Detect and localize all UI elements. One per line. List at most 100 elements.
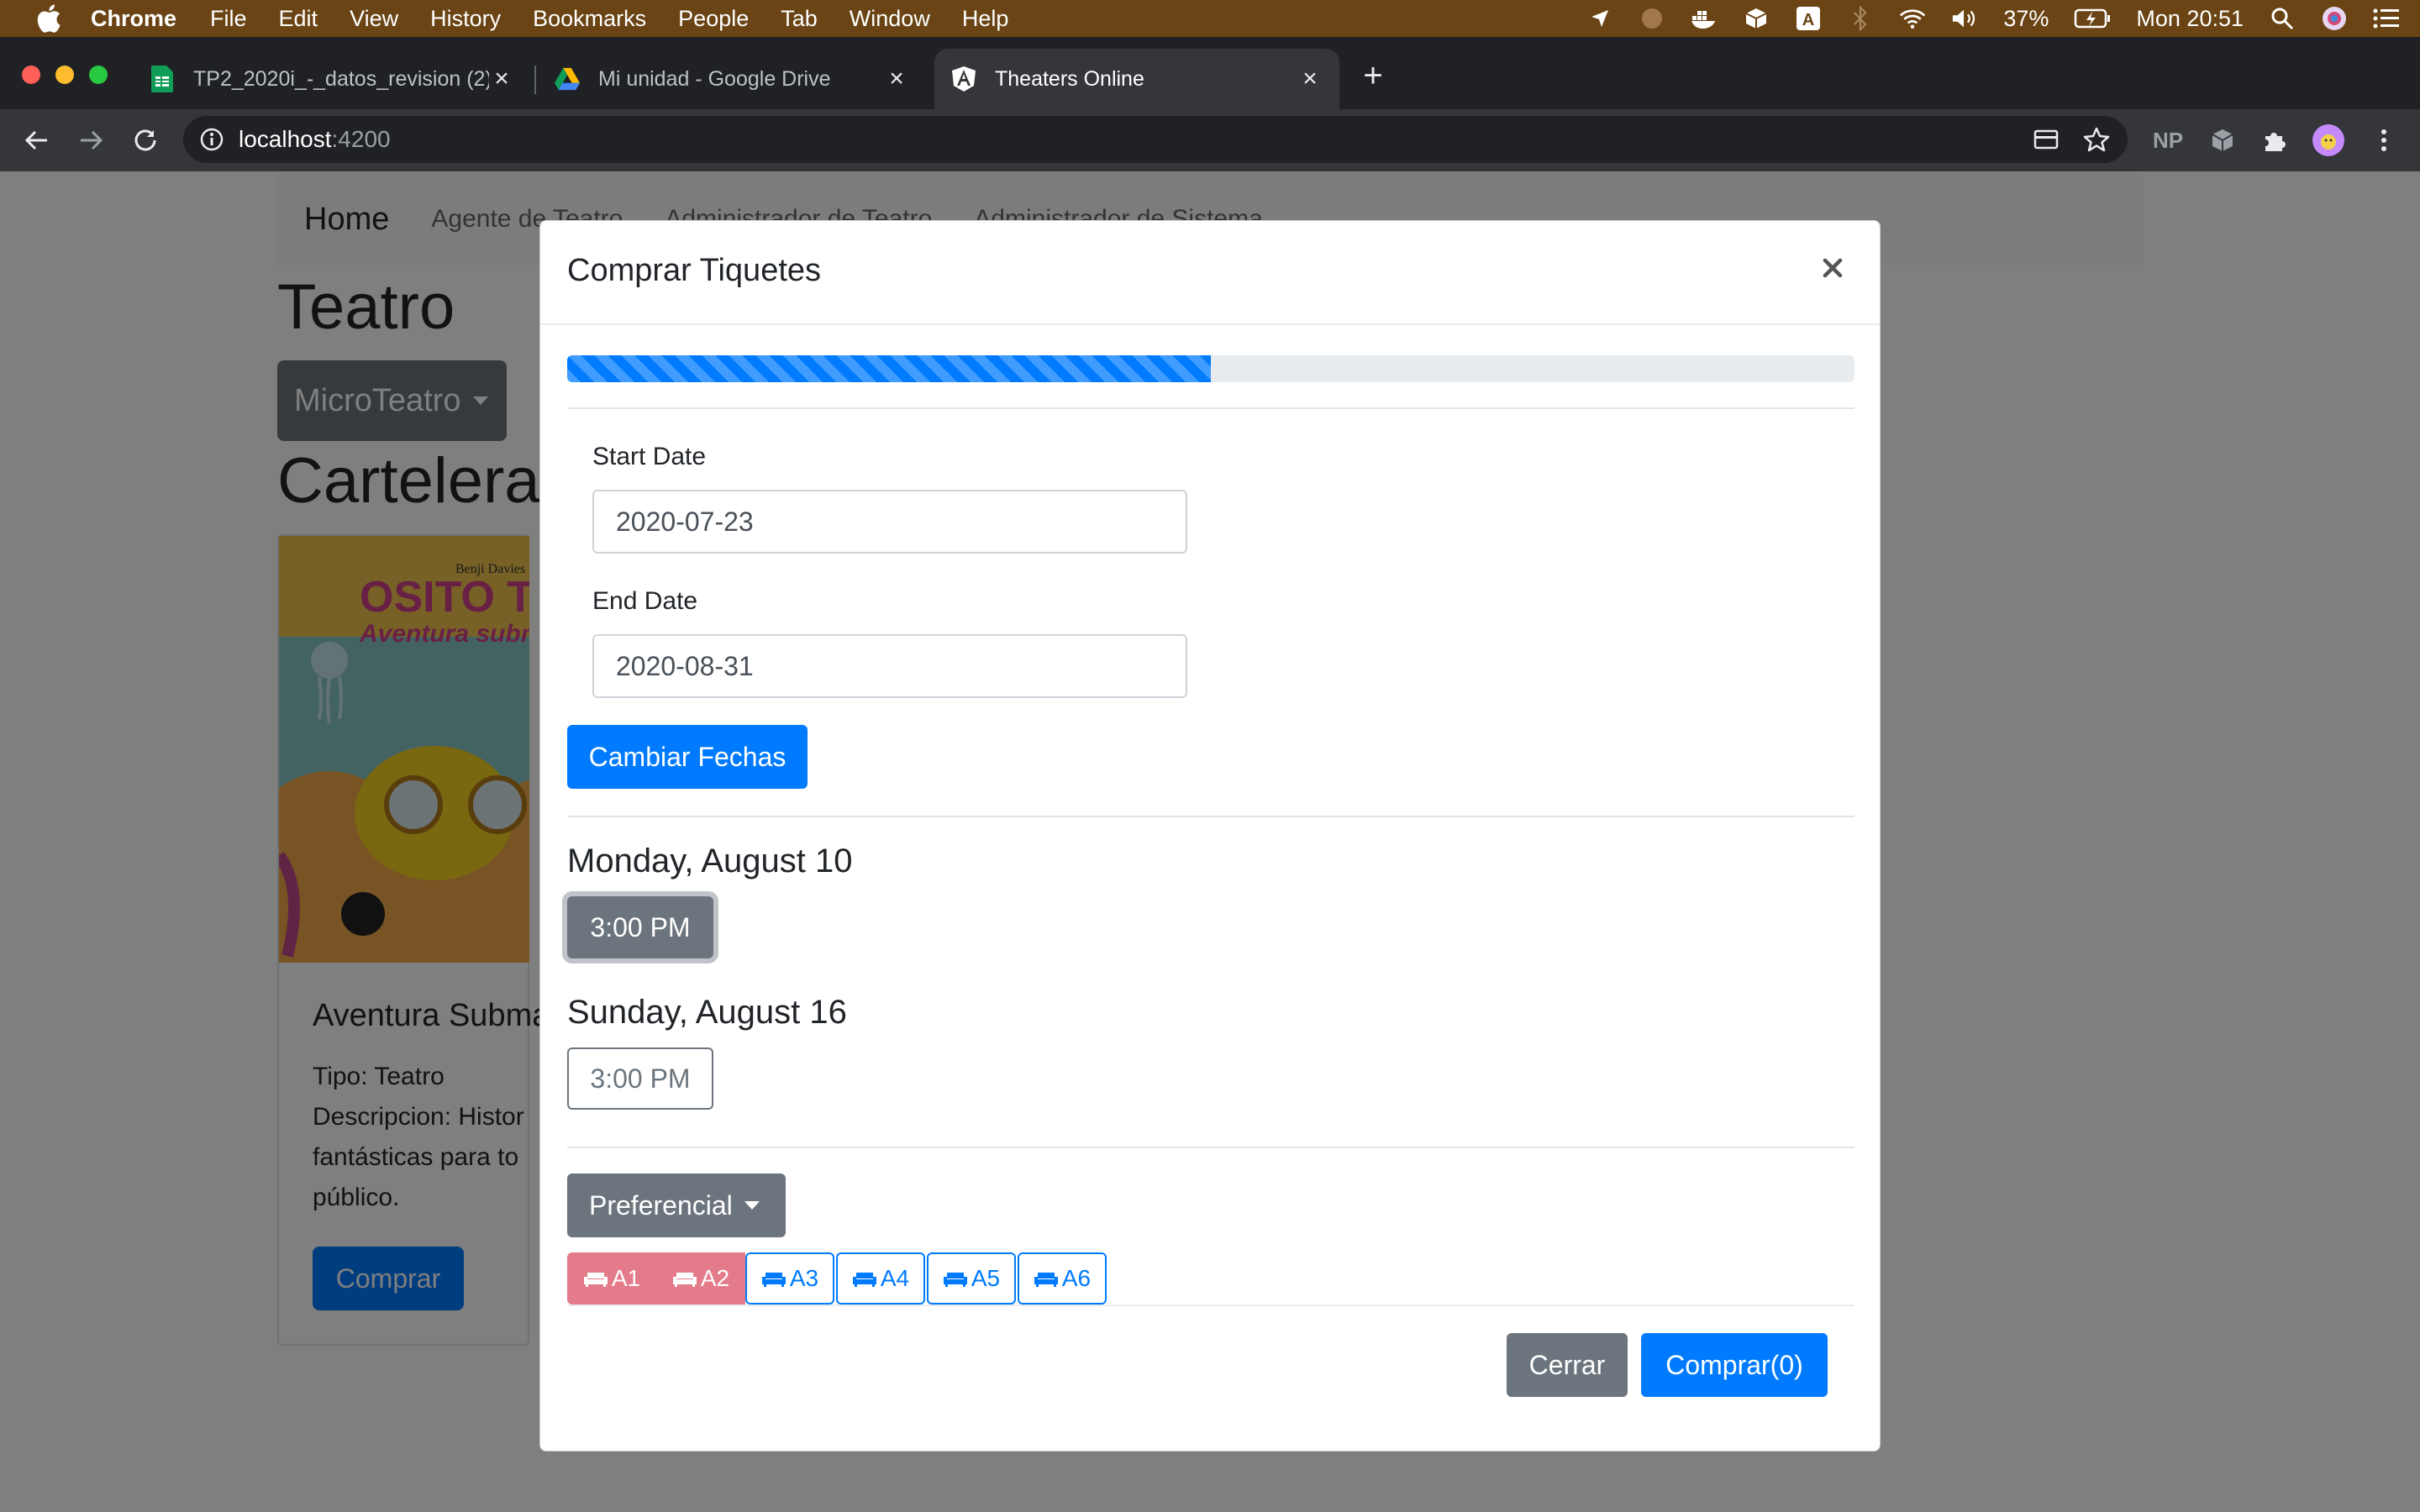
user-avatar-icon[interactable]: [2321, 5, 2348, 32]
window-zoom-button[interactable]: [89, 66, 108, 84]
modal-footer-divider: [567, 1305, 1854, 1306]
sofa-icon: [852, 1269, 877, 1288]
change-dates-button[interactable]: Cambiar Fechas: [567, 725, 808, 789]
divider: [567, 407, 1854, 409]
start-date-field[interactable]: 2020-07-23: [592, 490, 1187, 554]
seat-label: A3: [789, 1265, 819, 1291]
site-info-icon[interactable]: [198, 126, 225, 153]
sofa-icon: [583, 1269, 608, 1288]
macos-menubar: Chrome File Edit View History Bookmarks …: [0, 0, 2420, 37]
profile-avatar-icon[interactable]: [2311, 123, 2346, 158]
google-sheets-icon: [150, 66, 175, 92]
tab-theaters-online[interactable]: Theaters Online ×: [934, 49, 1339, 109]
window-minimize-button[interactable]: [55, 66, 74, 84]
url-port: :4200: [331, 126, 391, 152]
browser-toolbar: localhost:4200 NP: [0, 109, 2420, 171]
sofa-icon: [943, 1269, 968, 1288]
menu-people[interactable]: People: [678, 6, 749, 32]
open-in-app-icon[interactable]: [2028, 122, 2064, 157]
end-date-field[interactable]: 2020-08-31: [592, 634, 1187, 698]
menu-view[interactable]: View: [350, 6, 398, 32]
reload-icon[interactable]: [128, 123, 163, 158]
seat-label: A6: [1061, 1265, 1092, 1291]
tab-drive[interactable]: Mi unidad - Google Drive ×: [538, 49, 926, 109]
input-source-icon[interactable]: A: [1795, 5, 1822, 32]
day-heading: Sunday, August 16: [567, 994, 847, 1031]
menu-app-name[interactable]: Chrome: [91, 6, 176, 32]
seat-label: A2: [700, 1265, 730, 1291]
battery-charging-icon[interactable]: [2074, 5, 2111, 32]
forward-arrow-icon[interactable]: [74, 123, 109, 158]
seat-label: A5: [971, 1265, 1001, 1291]
window-close-button[interactable]: [22, 66, 40, 84]
progress-fill: [567, 355, 1211, 382]
tab-close-icon[interactable]: ×: [1297, 65, 1323, 92]
purchase-progress-bar: [567, 355, 1854, 382]
back-arrow-icon[interactable]: [18, 123, 54, 158]
divider: [567, 1147, 1854, 1148]
volume-icon[interactable]: [1951, 5, 1978, 32]
notification-center-icon[interactable]: [2373, 5, 2400, 32]
seat-type-dropdown[interactable]: Preferencial: [567, 1173, 786, 1237]
showtime-button[interactable]: 3:00 PM: [567, 896, 713, 958]
url-host: localhost: [239, 126, 332, 152]
day-heading: Monday, August 10: [567, 843, 853, 879]
wifi-icon[interactable]: [1899, 5, 1926, 32]
menu-tab[interactable]: Tab: [781, 6, 818, 32]
end-date-label: End Date: [592, 587, 698, 615]
sofa-icon: [761, 1269, 786, 1288]
svg-text:A: A: [1802, 11, 1814, 29]
seat-a4[interactable]: A4: [836, 1252, 925, 1305]
docker-icon[interactable]: [1691, 5, 1718, 32]
tab-separator: [534, 66, 536, 94]
confirm-purchase-button[interactable]: Comprar(0): [1641, 1333, 1828, 1397]
menu-history[interactable]: History: [430, 6, 501, 32]
new-tab-button[interactable]: +: [1356, 59, 1390, 92]
status-dot-icon[interactable]: [1639, 5, 1665, 32]
chrome-menu-icon[interactable]: [2366, 123, 2402, 158]
buy-tickets-modal: Comprar Tiquetes Start Date 2020-07-23 E…: [539, 220, 1881, 1452]
tab-sheets[interactable]: TP2_2020i_-_datos_revision (2) ×: [133, 49, 531, 109]
tab-close-icon[interactable]: ×: [884, 65, 909, 92]
seat-label: A1: [611, 1265, 641, 1291]
menu-file[interactable]: File: [210, 6, 247, 32]
menu-edit[interactable]: Edit: [279, 6, 318, 32]
extension-np[interactable]: NP: [2149, 123, 2186, 158]
extension-cube-icon[interactable]: [2205, 123, 2240, 158]
seat-a6[interactable]: A6: [1018, 1252, 1107, 1305]
extensions-puzzle-icon[interactable]: [2257, 123, 2292, 158]
seat-label: A4: [880, 1265, 910, 1291]
modal-header: Comprar Tiquetes: [540, 221, 1880, 325]
close-modal-button[interactable]: Cerrar: [1507, 1333, 1628, 1397]
sofa-icon: [1034, 1269, 1059, 1288]
browser-tab-strip: TP2_2020i_-_datos_revision (2) × Mi unid…: [0, 37, 2420, 109]
seat-a2[interactable]: A2: [656, 1252, 745, 1305]
spotlight-search-icon[interactable]: [2269, 5, 2296, 32]
tab-close-icon[interactable]: ×: [489, 65, 514, 92]
seat-type-label: Preferencial: [589, 1189, 733, 1221]
menu-bookmarks[interactable]: Bookmarks: [533, 6, 646, 32]
menu-window[interactable]: Window: [850, 6, 930, 32]
showtime-button[interactable]: 3:00 PM: [567, 1047, 713, 1110]
url-text[interactable]: localhost:4200: [239, 126, 391, 153]
bluetooth-icon[interactable]: [1847, 5, 1874, 32]
menu-help[interactable]: Help: [962, 6, 1009, 32]
seat-a3[interactable]: A3: [745, 1252, 834, 1305]
menubar-clock[interactable]: Mon 20:51: [2136, 6, 2244, 32]
close-icon[interactable]: [1816, 251, 1849, 285]
bookmark-star-icon[interactable]: [2079, 122, 2114, 157]
box-icon[interactable]: [1743, 5, 1770, 32]
google-drive-icon: [555, 66, 580, 92]
menubar-status-area: A 37% Mon 20:51: [1586, 0, 2400, 37]
tab-title: Mi unidad - Google Drive: [598, 66, 831, 91]
address-bar[interactable]: localhost:4200: [183, 116, 2128, 163]
sofa-icon: [672, 1269, 697, 1288]
divider: [567, 816, 1854, 817]
tab-title: Theaters Online: [995, 66, 1144, 91]
seat-a5[interactable]: A5: [927, 1252, 1016, 1305]
location-arrow-icon[interactable]: [1586, 5, 1613, 32]
apple-icon[interactable]: [34, 3, 64, 34]
angular-icon: [951, 66, 976, 92]
seat-a1[interactable]: A1: [567, 1252, 656, 1305]
start-date-label: Start Date: [592, 443, 707, 470]
